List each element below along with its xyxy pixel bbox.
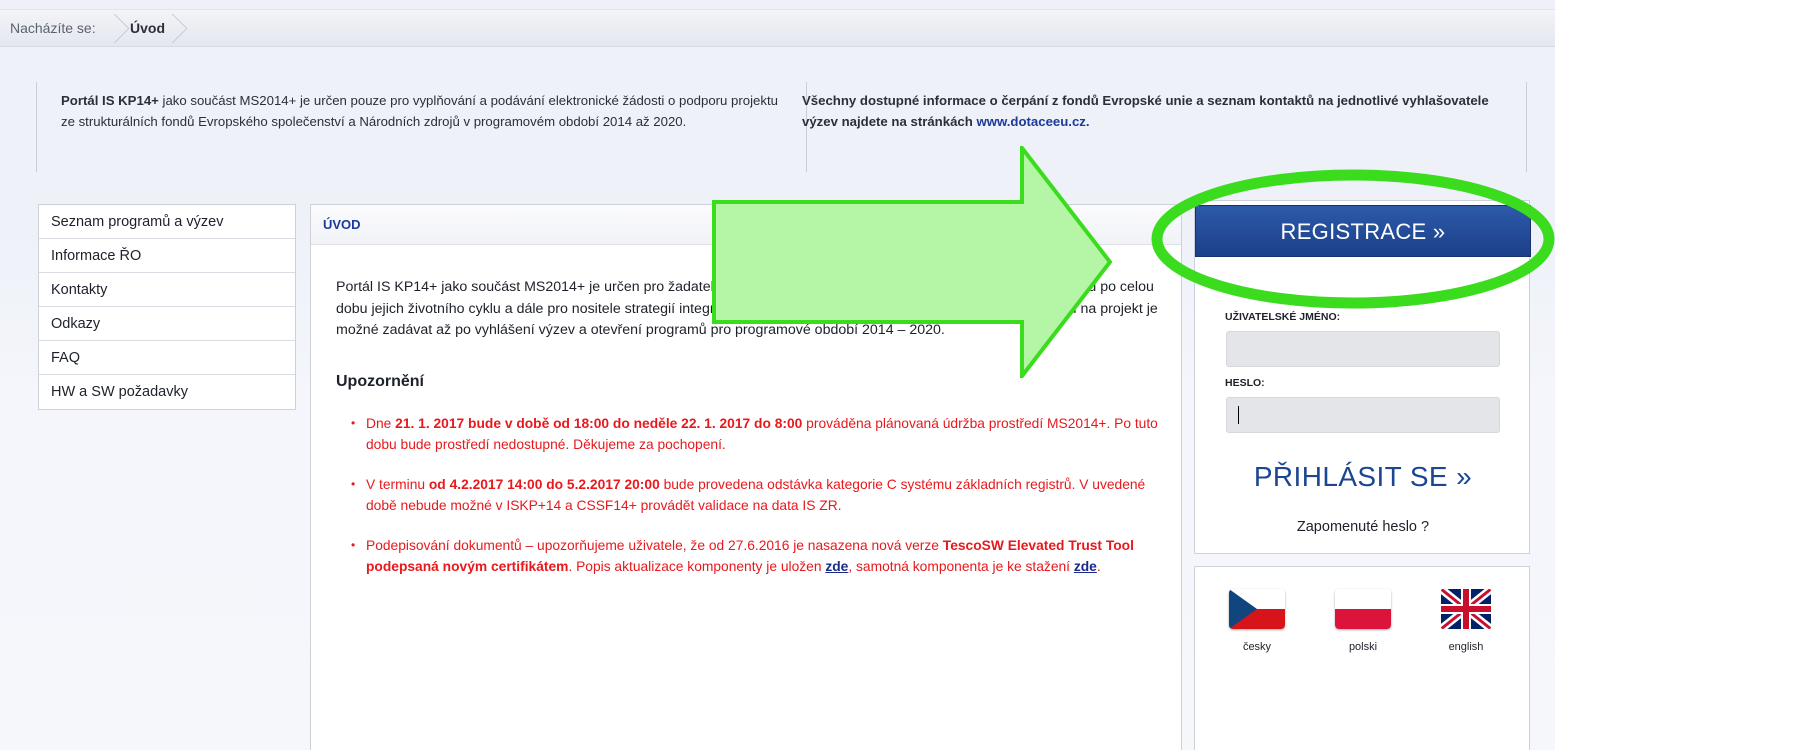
info-left-bold: Portál IS KP14+	[61, 93, 159, 108]
password-input[interactable]	[1226, 397, 1500, 433]
info-left-text: Portál IS KP14+ jako součást MS2014+ je …	[61, 90, 791, 132]
annotation-ellipse-icon	[1151, 169, 1555, 309]
download-link[interactable]: zde	[1074, 559, 1097, 574]
warning-text: V terminu	[366, 477, 429, 492]
username-label: UŽIVATELSKÉ JMÉNO:	[1225, 311, 1341, 323]
warning-item: Podepisování dokumentů – upozorňujeme už…	[351, 535, 1163, 577]
czech-flag-svg	[1229, 589, 1285, 629]
right-edge-blank	[1555, 0, 1817, 750]
warning-bold: od 4.2.2017 14:00 do 5.2.2017 20:00	[428, 477, 660, 492]
warning-text: , samotná komponenta je ke stažení	[848, 559, 1074, 574]
warning-item: V terminu od 4.2.2017 14:00 do 5.2.2017 …	[351, 474, 1163, 516]
lang-label-english[interactable]: english	[1431, 641, 1501, 653]
uk-flag-icon[interactable]	[1441, 589, 1491, 629]
forgot-password-link[interactable]: Zapomenuté heslo ?	[1195, 519, 1531, 535]
warning-heading: Upozornění	[336, 373, 424, 390]
info-left-body: jako součást MS2014+ je určen pouze pro …	[61, 93, 778, 129]
breadcrumb-label: Nacházíte se:	[10, 20, 96, 36]
lang-label-polish[interactable]: polski	[1328, 641, 1398, 653]
sidebar-menu: Seznam programů a výzev Informace ŘO Kon…	[38, 204, 296, 410]
sidebar-item-hw-sw[interactable]: HW a SW požadavky	[39, 375, 295, 409]
polish-flag-icon[interactable]	[1335, 589, 1391, 629]
warning-text: . Popis aktualizace komponenty je uložen	[568, 559, 826, 574]
page: Nacházíte se: Úvod Portál IS KP14+ jako …	[0, 0, 1817, 750]
divider	[1526, 82, 1527, 172]
sidebar-item-programs[interactable]: Seznam programů a výzev	[39, 205, 295, 239]
warning-text: Podepisování dokumentů – upozorňujeme už…	[366, 538, 943, 553]
description-link[interactable]: zde	[825, 559, 848, 574]
warning-bold: 21. 1. 2017 bude v době od 18:00 do nedě…	[395, 416, 803, 431]
text-caret	[1238, 406, 1239, 424]
divider	[36, 82, 37, 172]
sidebar-item-ro-info[interactable]: Informace ŘO	[39, 239, 295, 273]
czech-flag-icon[interactable]	[1229, 589, 1285, 629]
dotaceeu-link[interactable]: www.dotaceeu.cz.	[976, 114, 1089, 129]
lang-label-czech[interactable]: česky	[1222, 641, 1292, 653]
language-panel: česky polski english	[1194, 566, 1530, 750]
info-right-text: Všechny dostupné informace o čerpání z f…	[802, 90, 1520, 132]
sidebar-item-faq[interactable]: FAQ	[39, 341, 295, 375]
sidebar-item-contacts[interactable]: Kontakty	[39, 273, 295, 307]
password-label: HESLO:	[1225, 377, 1265, 389]
info-right-body: Všechny dostupné informace o čerpání z f…	[802, 93, 1489, 129]
warning-text: .	[1096, 559, 1101, 574]
username-input[interactable]	[1226, 331, 1500, 367]
breadcrumb: Nacházíte se: Úvod	[0, 9, 1817, 47]
annotation-arrow-icon	[712, 146, 1112, 378]
warning-item: Dne 21. 1. 2017 bude v době od 18:00 do …	[351, 413, 1163, 455]
warning-list: Dne 21. 1. 2017 bude v době od 18:00 do …	[351, 413, 1163, 596]
sidebar-item-links[interactable]: Odkazy	[39, 307, 295, 341]
polish-flag-svg	[1335, 589, 1391, 629]
warning-text: Dne	[366, 416, 396, 431]
breadcrumb-separator-icon	[158, 10, 180, 48]
uk-flag-svg	[1441, 589, 1491, 629]
breadcrumb-separator-icon	[100, 10, 122, 48]
page-title: ÚVOD	[323, 217, 361, 232]
login-button[interactable]: PŘIHLÁSIT SE »	[1195, 455, 1531, 499]
